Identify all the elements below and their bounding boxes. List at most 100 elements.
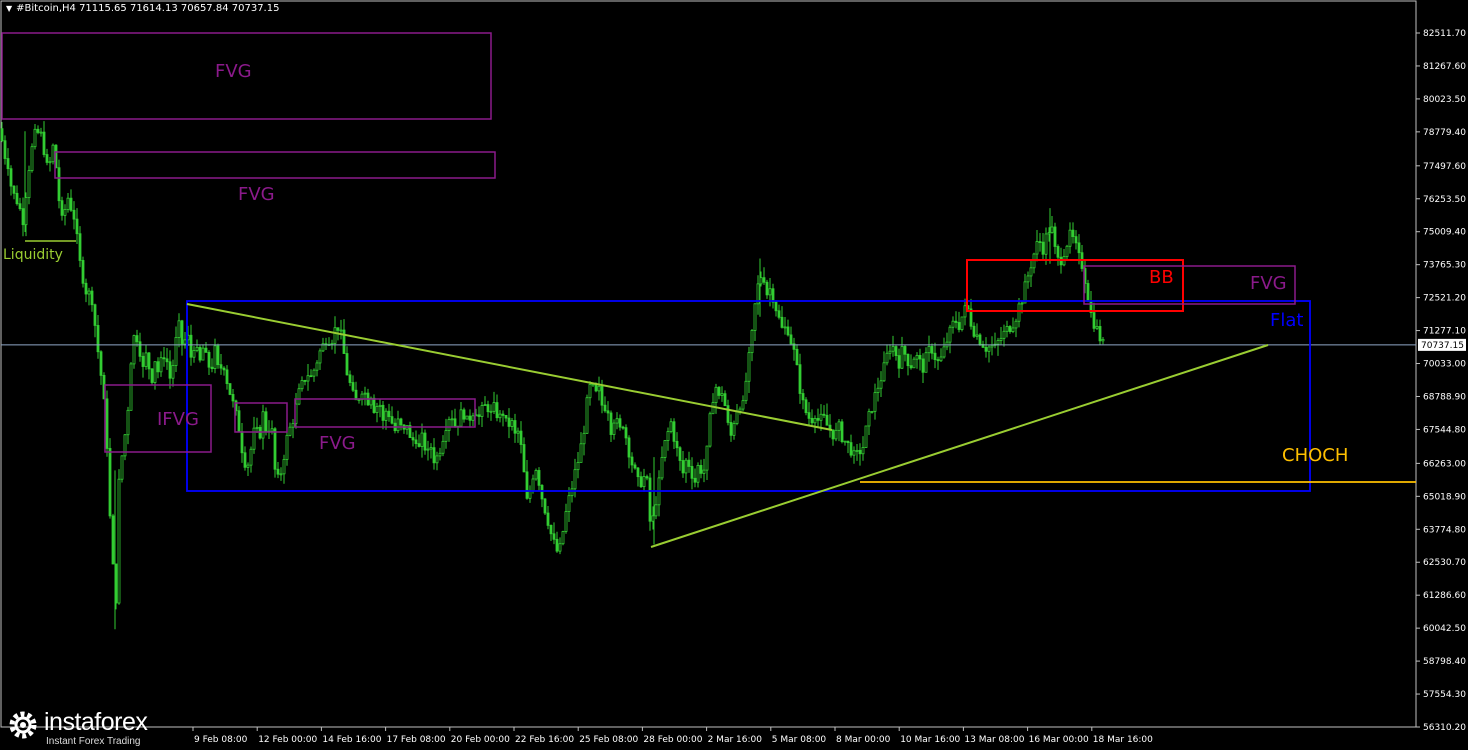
- candle-body: [159, 357, 163, 373]
- candle-body: [858, 449, 862, 455]
- candle-body: [1077, 242, 1081, 254]
- candle-body: [741, 400, 745, 410]
- candle-body: [345, 353, 349, 376]
- candle-body: [888, 350, 892, 354]
- candle-body: [315, 362, 319, 371]
- candle-body: [495, 402, 499, 419]
- candle-body: [576, 462, 580, 471]
- candle-body: [519, 430, 523, 445]
- candle-body: [666, 431, 670, 441]
- candle-body: [249, 448, 253, 466]
- candle-body: [204, 347, 208, 353]
- candle-body: [489, 410, 493, 413]
- candle-body: [288, 426, 292, 436]
- candle-body: [951, 320, 955, 328]
- candle-body: [426, 448, 430, 451]
- price-chart[interactable]: 82511.70 81267.60 80023.50 78779.40 77497.60…: [0, 0, 1468, 750]
- candle-body: [423, 432, 427, 451]
- candle-body: [639, 476, 643, 488]
- candle-body: [954, 320, 958, 323]
- y-tick-label: 61286.60: [1423, 591, 1466, 601]
- candle-body: [1020, 302, 1024, 305]
- candle-body: [798, 364, 802, 394]
- candle-body: [339, 329, 343, 332]
- candle-body: [117, 478, 121, 604]
- candle-body: [684, 459, 688, 474]
- candle-body: [900, 346, 904, 369]
- candle-body: [540, 484, 544, 500]
- candle-body: [1065, 245, 1069, 258]
- dropdown-triangle-icon[interactable]: ▼: [6, 4, 12, 13]
- candle-body: [963, 305, 967, 318]
- candle-body: [897, 355, 901, 369]
- candle-body: [822, 413, 826, 416]
- candle-body: [411, 437, 415, 441]
- fvg-label-top: FVG: [215, 61, 252, 82]
- candle-body: [1092, 312, 1096, 329]
- candle-body: [285, 434, 289, 460]
- candle-body: [534, 470, 538, 480]
- candle-body: [222, 367, 226, 371]
- candle-body: [240, 431, 244, 454]
- candle-body: [615, 418, 619, 424]
- candle-body: [66, 197, 70, 210]
- candle-body: [297, 388, 301, 405]
- candle-body: [441, 440, 445, 454]
- candle-body: [153, 361, 157, 383]
- candle-body: [270, 428, 274, 432]
- candle-body: [198, 346, 202, 361]
- candle-body: [201, 347, 205, 361]
- candle-body: [588, 384, 592, 399]
- candle-body: [15, 192, 19, 205]
- candle-body: [384, 410, 388, 421]
- x-tick-label: 9 Feb 08:00: [194, 735, 248, 745]
- y-tick-label: 76253.50: [1423, 195, 1466, 205]
- candle-body: [396, 418, 400, 432]
- y-tick-label: 60042.50: [1423, 624, 1466, 634]
- candle-body: [549, 524, 553, 535]
- x-tick-label: 12 Feb 00:00: [258, 735, 317, 745]
- candle-body: [786, 326, 790, 336]
- candle-body: [303, 380, 307, 382]
- candle-body: [690, 466, 694, 479]
- candle-body: [1068, 229, 1072, 247]
- candle-body: [300, 380, 304, 390]
- candle-body: [921, 358, 925, 373]
- candle-body: [126, 409, 130, 436]
- candle-body: [1002, 330, 1006, 339]
- y-tick-label: 68788.90: [1423, 392, 1466, 402]
- y-tick-label: 65018.90: [1423, 492, 1466, 502]
- candle-body: [855, 449, 859, 452]
- logo-tagline: Instant Forex Trading: [46, 736, 141, 747]
- y-tick-label: 81267.60: [1423, 62, 1466, 72]
- candle-body: [654, 504, 658, 517]
- candle-body: [333, 327, 337, 344]
- candle-body: [108, 448, 112, 517]
- y-tick-label: 58798.40: [1423, 657, 1466, 667]
- candle-body: [960, 316, 964, 330]
- candle-body: [975, 334, 979, 337]
- candle-body: [663, 440, 667, 458]
- candle-body: [732, 423, 736, 436]
- candle-body: [912, 358, 916, 369]
- candle-body: [726, 405, 730, 423]
- candle-body: [789, 334, 793, 345]
- x-tick-label: 17 Feb 08:00: [387, 735, 446, 745]
- ifvg-label: IFVG: [157, 409, 199, 430]
- y-tick-label: 78779.40: [1423, 128, 1466, 138]
- candle-body: [228, 383, 232, 395]
- candle-body: [468, 415, 472, 421]
- candle-body: [795, 348, 799, 366]
- candle-body: [1029, 267, 1033, 277]
- ascending-trendline[interactable]: [650, 344, 1269, 548]
- candle-body: [210, 366, 214, 369]
- candle-body: [195, 346, 199, 351]
- candle-body: [93, 304, 97, 326]
- candle-body: [660, 457, 664, 479]
- candle-body: [291, 423, 295, 428]
- candle-body: [309, 375, 313, 378]
- x-tick-label: 22 Feb 16:00: [515, 735, 574, 745]
- x-tick-label: 16 Mar 00:00: [1029, 735, 1089, 745]
- fvg-box-second[interactable]: [54, 151, 496, 179]
- candle-body: [927, 346, 931, 354]
